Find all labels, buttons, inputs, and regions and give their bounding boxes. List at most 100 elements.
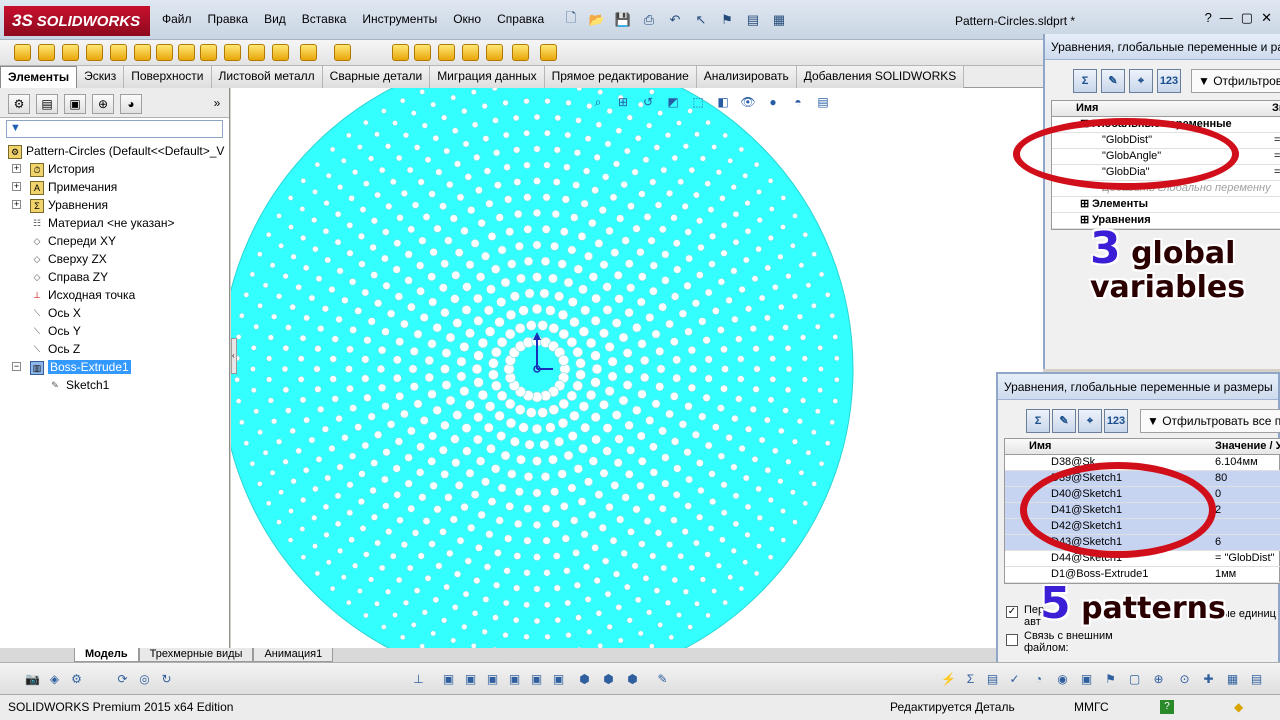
- draft-icon[interactable]: [392, 44, 409, 61]
- undo-icon[interactable]: ↶: [664, 10, 686, 30]
- extrude-boss-icon[interactable]: [14, 44, 31, 61]
- status-units[interactable]: ММГС: [1074, 700, 1109, 714]
- fillet-icon[interactable]: [272, 44, 289, 61]
- appearance-icon[interactable]: ●: [765, 94, 781, 110]
- tree-item-sketch[interactable]: ✎ Sketch1: [48, 376, 109, 394]
- front-view-icon[interactable]: ▣: [440, 671, 457, 687]
- tree-item-boss-extrude[interactable]: ▥ Boss-Extrude1: [30, 358, 131, 376]
- tab-animation[interactable]: Анимация1: [253, 648, 334, 662]
- view-settings-icon[interactable]: ▤: [815, 94, 831, 110]
- section-view-icon[interactable]: ◩: [665, 94, 681, 110]
- tree-item-history[interactable]: ⏱ История: [30, 160, 95, 178]
- tree-item-annotations[interactable]: A Примечания: [30, 178, 117, 196]
- tab-data-migration[interactable]: Миграция данных: [430, 66, 545, 88]
- tab-sketch[interactable]: Эскиз: [77, 66, 125, 88]
- shell-icon[interactable]: [414, 44, 431, 61]
- part-graphic[interactable]: [231, 88, 1043, 648]
- isometric-view-icon[interactable]: ⬢: [576, 671, 593, 687]
- revolve-boss-icon[interactable]: [38, 44, 55, 61]
- boundary-boss-icon[interactable]: [110, 44, 127, 61]
- ordered-view-icon[interactable]: 123: [1104, 409, 1128, 433]
- tree-item-origin[interactable]: ⊥ Исходная точка: [30, 286, 135, 304]
- menu-edit[interactable]: Правка: [200, 12, 257, 26]
- trimetric-view-icon[interactable]: ⬢: [600, 671, 617, 687]
- options-icon[interactable]: ▦: [768, 10, 790, 30]
- menu-file[interactable]: Файл: [154, 12, 200, 26]
- fit-icon[interactable]: ◎: [136, 671, 153, 687]
- layer-icon[interactable]: ▤: [1248, 671, 1265, 687]
- camera-icon[interactable]: 📷: [24, 671, 41, 687]
- expand-history-icon[interactable]: +: [12, 164, 21, 173]
- panel-collapse-handle[interactable]: ‹: [231, 338, 237, 374]
- bottom-view-icon[interactable]: ▣: [550, 671, 567, 687]
- linear-pattern-icon[interactable]: [300, 44, 317, 61]
- settings-icon[interactable]: ⚙: [68, 671, 85, 687]
- filter-button[interactable]: ▼ Отфильтров: [1191, 69, 1280, 93]
- expand-annotations-icon[interactable]: +: [12, 182, 21, 191]
- feature-tree-tab-icon[interactable]: ⚙: [8, 94, 30, 114]
- wrap-icon[interactable]: [438, 44, 455, 61]
- tab-weldments[interactable]: Сварные детали: [322, 66, 431, 88]
- expand-equations-icon[interactable]: +: [12, 200, 21, 209]
- surface-finish-icon[interactable]: ▣: [1078, 671, 1095, 687]
- rotate-icon[interactable]: ↻: [158, 671, 175, 687]
- render-icon[interactable]: ◈: [46, 671, 63, 687]
- tab-3d-views[interactable]: Трехмерные виды: [138, 648, 254, 662]
- equation-view-icon[interactable]: Σ: [1026, 409, 1050, 433]
- dimension-view-icon[interactable]: ⌖: [1129, 69, 1153, 93]
- tab-evaluate[interactable]: Анализировать: [696, 66, 797, 88]
- tab-sheet-metal[interactable]: Листовой металл: [211, 66, 323, 88]
- print-icon[interactable]: ⎙: [638, 10, 660, 30]
- loft-cut-icon[interactable]: [224, 44, 241, 61]
- tree-item-equations[interactable]: Σ Уравнения: [30, 196, 108, 214]
- tag-icon[interactable]: ◆: [1234, 700, 1243, 714]
- graphics-area[interactable]: ‹: [231, 88, 1043, 648]
- collapse-boss-extrude-icon[interactable]: −: [12, 362, 21, 371]
- view-icon[interactable]: ⟳: [114, 671, 131, 687]
- sketch-equation-view-icon[interactable]: ✎: [1101, 69, 1125, 93]
- dimetric-view-icon[interactable]: ⬢: [624, 671, 641, 687]
- zoom-to-fit-icon[interactable]: ⌕: [590, 94, 606, 110]
- rib-icon[interactable]: [334, 44, 351, 61]
- tree-root[interactable]: ⚙ Pattern-Circles (Default<<Default>_V: [8, 142, 224, 160]
- weld-symbol-icon[interactable]: ⚑: [1102, 671, 1119, 687]
- top-view-icon[interactable]: ▣: [528, 671, 545, 687]
- tree-item-axis-z[interactable]: ⟍ Ось Z: [30, 340, 80, 358]
- tab-model[interactable]: Модель: [74, 648, 139, 662]
- dimxpert-tab-icon[interactable]: ⊕: [92, 94, 114, 114]
- help-icon[interactable]: ?: [1205, 10, 1212, 26]
- zoom-area-icon[interactable]: ⊞: [615, 94, 631, 110]
- curves-icon[interactable]: [512, 44, 529, 61]
- datum-target-icon[interactable]: ⊕: [1150, 671, 1167, 687]
- tree-filter-input[interactable]: ▼: [6, 120, 223, 138]
- tab-direct-editing[interactable]: Прямое редактирование: [544, 66, 697, 88]
- sum-icon[interactable]: Σ: [962, 671, 979, 687]
- spell-check-icon[interactable]: ✓: [1006, 671, 1023, 687]
- instant3d-icon[interactable]: [540, 44, 557, 61]
- smart-dimension-icon[interactable]: ⚡: [940, 671, 957, 687]
- expand-chevron-icon[interactable]: »: [206, 94, 228, 114]
- previous-view-icon[interactable]: ↺: [640, 94, 656, 110]
- restore-icon[interactable]: ▢: [1241, 10, 1253, 26]
- annotation-icon[interactable]: ▤: [984, 671, 1001, 687]
- ordered-view-icon[interactable]: 123: [1157, 69, 1181, 93]
- view-orientation-icon[interactable]: ⬚: [690, 94, 706, 110]
- extrude-cut-icon[interactable]: [134, 44, 151, 61]
- tree-item-right-plane[interactable]: ◇ Справа ZY: [30, 268, 109, 286]
- table-icon[interactable]: ▦: [1224, 671, 1241, 687]
- intersect-icon[interactable]: [462, 44, 479, 61]
- tab-addins[interactable]: Добавления SOLIDWORKS: [796, 66, 965, 88]
- menu-view[interactable]: Вид: [256, 12, 294, 26]
- menu-window[interactable]: Окно: [445, 12, 489, 26]
- reference-geometry-icon[interactable]: [486, 44, 503, 61]
- sweep-boss-icon[interactable]: [62, 44, 79, 61]
- hide-show-icon[interactable]: 👁: [740, 94, 756, 110]
- center-mark-icon[interactable]: ✚: [1200, 671, 1217, 687]
- file-properties-icon[interactable]: ▤: [742, 10, 764, 30]
- link-view-icon[interactable]: ✎: [654, 671, 671, 687]
- menu-help[interactable]: Справка: [489, 12, 552, 26]
- note-icon[interactable]: ◔: [1030, 671, 1047, 687]
- auto-rebuild-checkbox[interactable]: ✓: [1006, 606, 1018, 618]
- tree-item-front-plane[interactable]: ◇ Спереди XY: [30, 232, 116, 250]
- menu-insert[interactable]: Вставка: [294, 12, 355, 26]
